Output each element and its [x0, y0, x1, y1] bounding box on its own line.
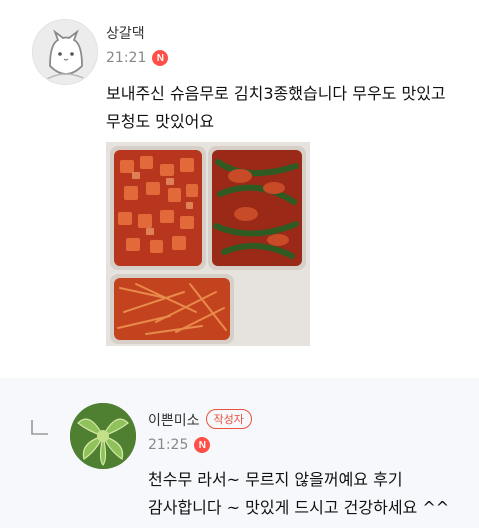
- lettuce-icon: [70, 403, 136, 469]
- comment-time: 21:21: [106, 50, 147, 66]
- new-badge: N: [194, 437, 211, 453]
- reply-arrow-icon: [31, 420, 48, 435]
- cat-face-icon: [33, 20, 97, 84]
- reply-text: 천수무 라서~ 무르지 않을꺼예요 후기 감사합니다 ~ 맛있게 드시고 건강하…: [148, 466, 468, 522]
- comment-meta: 21:21 N: [106, 50, 169, 66]
- comment-text-line: 무청도 맛있어요: [106, 112, 215, 131]
- author-avatar[interactable]: [32, 19, 98, 85]
- reply-text-line: 천수무 라서~ 무르지 않을꺼예요 후기: [148, 470, 403, 489]
- author-avatar[interactable]: [70, 403, 136, 469]
- reply-author[interactable]: 이쁜미소: [148, 413, 200, 429]
- comment-text: 보내주신 슈음무로 김치3종했습니다 무우도 맛있고 무청도 맛있어요: [106, 80, 466, 136]
- writer-badge: 작성자: [205, 409, 252, 429]
- comment-item: 상갈댁 21:21 N 보내주신 슈음무로 김치3종했습니다 무우도 맛있고 무…: [0, 0, 479, 378]
- attached-photo[interactable]: [106, 142, 310, 346]
- reply-meta: 21:25 N: [148, 437, 211, 453]
- comment-author[interactable]: 상갈댁: [106, 23, 145, 43]
- reply-time: 21:25: [148, 437, 189, 453]
- reply-author-line: 이쁜미소 작성자: [148, 409, 252, 430]
- reply-item: 이쁜미소 작성자 21:25 N 천수무 라서~ 무르지 않을꺼예요 후기 감사합…: [0, 378, 479, 528]
- comment-text-line: 보내주신 슈음무로 김치3종했습니다 무우도 맛있고: [106, 84, 446, 103]
- new-badge: N: [152, 50, 169, 66]
- kimchi-photo-image: [106, 142, 310, 346]
- reply-text-line: 감사합니다 ~ 맛있게 드시고 건강하세요 ^^: [148, 498, 450, 517]
